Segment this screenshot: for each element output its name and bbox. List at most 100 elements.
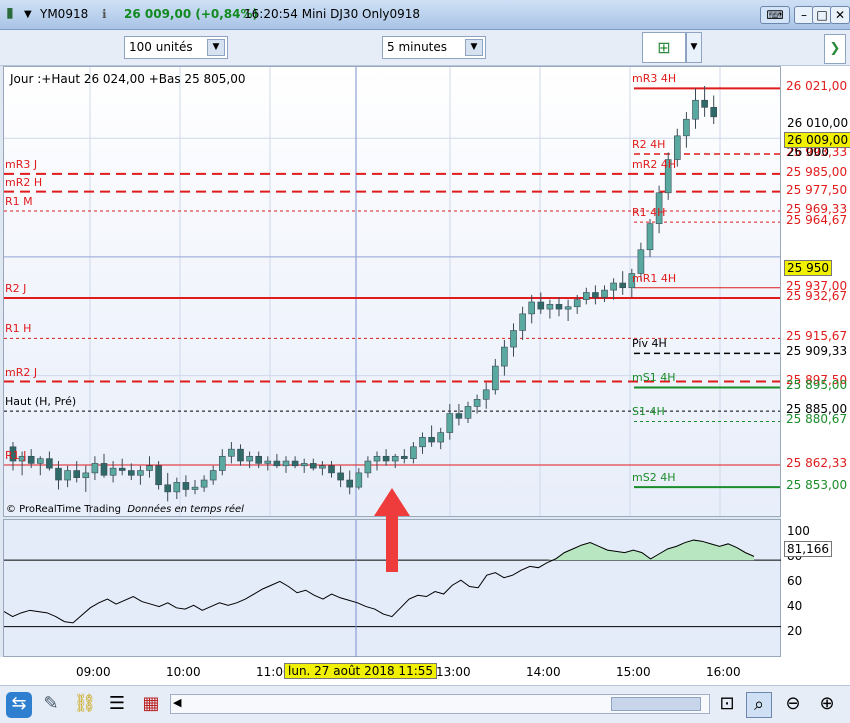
level-label: S1 4H (632, 405, 665, 419)
candle-body (109, 467, 117, 476)
pen-icon[interactable]: ✎ (38, 692, 64, 718)
candle-body (182, 482, 190, 490)
chevron-down-icon[interactable]: ▼ (465, 39, 483, 56)
candle-body (309, 463, 317, 469)
candle-body (373, 455, 381, 462)
candle-body (601, 289, 608, 298)
units-select[interactable]: 100 unités ▼ (124, 36, 228, 59)
level-label: R1 M (5, 195, 33, 208)
list-icon[interactable]: ☰ (104, 692, 130, 718)
level-price-label: 25 853,00 (786, 478, 848, 493)
maximize-button[interactable]: □ (812, 6, 832, 24)
zoom-out-icon[interactable]: ⊖ (780, 692, 806, 718)
candle-body (191, 486, 199, 490)
time-label: 09:00 (76, 665, 111, 679)
price-chart[interactable]: Jour :+Haut 26 024,00 +Bas 25 805,00 © P… (3, 66, 781, 517)
share-icon[interactable]: ⇆ (6, 692, 32, 718)
candle-body (82, 472, 90, 478)
level-price-label: 25 895,00 (786, 378, 848, 393)
level-label: mR2 4H (632, 157, 677, 171)
candle-body (592, 292, 599, 298)
level-label: mR3 J (5, 157, 38, 171)
crosshair-time-badge: lun. 27 août 2018 11:55 (284, 663, 438, 679)
level-label: mR3 4H (632, 72, 677, 86)
candle-body (391, 455, 399, 462)
candle-body (701, 99, 708, 108)
crosshair-price-badge: 25 950 (784, 260, 832, 276)
candle-body (546, 304, 554, 310)
scrollbar-thumb[interactable] (611, 697, 701, 711)
fit-icon[interactable]: ⊡ (714, 692, 740, 718)
candle-body (319, 465, 326, 469)
candle-body (473, 399, 481, 407)
minimize-button[interactable]: – (794, 6, 814, 24)
candle-body (118, 467, 126, 471)
level-price-label: 25 909,33 (786, 344, 848, 359)
red-arrow-annotation (374, 488, 410, 572)
candle-body (155, 465, 162, 486)
level-price-label: 25 985,00 (786, 164, 848, 179)
candle-body (619, 282, 627, 289)
credit-label: © ProRealTime Trading Données en temps r… (6, 504, 244, 515)
candle-body (291, 460, 299, 467)
interval-select[interactable]: 5 minutes ▼ (382, 36, 486, 59)
price-axis[interactable]: 26 021,00 25 993,33 25 985,00 25 977,50 25 9… (781, 66, 850, 657)
candle-body (300, 463, 308, 467)
candle-body (428, 436, 435, 443)
info-icon[interactable]: ℹ (102, 7, 107, 21)
candle-body (73, 470, 80, 478)
close-button[interactable]: ✕ (830, 6, 850, 24)
chevron-down-icon[interactable]: ▼ (686, 32, 702, 63)
candle-body (482, 389, 490, 400)
level-label: mS2 4H (632, 471, 676, 485)
scroll-left-icon[interactable]: ◀ (173, 696, 181, 709)
candle-body (255, 455, 262, 464)
candle-body (91, 463, 99, 474)
level-label: mR2 H (5, 175, 43, 189)
title-bar: ▮ ▼ YM0918 ℹ 26 009,00 (+0,84%) 16:20:54… (0, 0, 850, 30)
scroll-right-icon[interactable]: ❯ (824, 34, 846, 64)
indicators-icon[interactable]: ⊞ (642, 32, 686, 63)
dropdown-arrow-icon[interactable]: ▼ (24, 9, 32, 20)
credit-text: © ProRealTime Trading (6, 504, 121, 515)
candle-body (382, 455, 390, 462)
level-label: Piv 4H (632, 337, 667, 351)
candle-body (46, 458, 53, 469)
candle-body (683, 118, 690, 137)
candle-body (692, 99, 699, 120)
level-price-label: 25 862,33 (786, 455, 848, 470)
oscillator-tick: 20 (787, 623, 803, 638)
keyboard-icon[interactable]: ⌨ (760, 6, 790, 24)
oscillator-tick: 60 (787, 573, 803, 588)
price-change: 26 009,00 (+0,84%) (124, 7, 259, 21)
link-icon[interactable]: ⛓ (72, 692, 98, 718)
candle-body (355, 472, 363, 488)
candle-body (582, 292, 590, 300)
candle-body (337, 472, 344, 481)
level-label: R2 4H (632, 138, 666, 152)
candlestick-icon[interactable]: ▮ (6, 5, 14, 21)
oscillator-tick: 40 (787, 598, 803, 613)
candle-body (328, 465, 335, 474)
candle-body (455, 413, 463, 419)
candle-body (610, 282, 617, 291)
zoom-in-icon[interactable]: ⊕ (814, 692, 840, 718)
oscillator-tick: 100 (787, 523, 810, 538)
table-icon[interactable]: ▦ (138, 692, 164, 718)
time-axis[interactable]: 09:00 10:00 11:00 13:00 14:00 15:00 16:0… (0, 657, 850, 685)
candle-body (146, 465, 153, 471)
level-label: R2 J (5, 282, 27, 296)
candle-body (637, 249, 645, 274)
level-label: mS1 4H (632, 371, 676, 385)
candle-body (273, 460, 281, 467)
chevron-down-icon[interactable]: ▼ (207, 39, 225, 56)
candle-body (137, 470, 144, 476)
candle-body (510, 330, 517, 348)
symbol-label[interactable]: YM0918 (40, 7, 88, 21)
candle-body (710, 107, 718, 118)
time-label: 16:00 (706, 665, 741, 679)
zoom-tool-icon[interactable]: ⌕ (746, 692, 772, 718)
candle-body (573, 299, 581, 308)
candle-body (264, 460, 272, 464)
horizontal-scrollbar[interactable]: ◀ (170, 694, 710, 714)
